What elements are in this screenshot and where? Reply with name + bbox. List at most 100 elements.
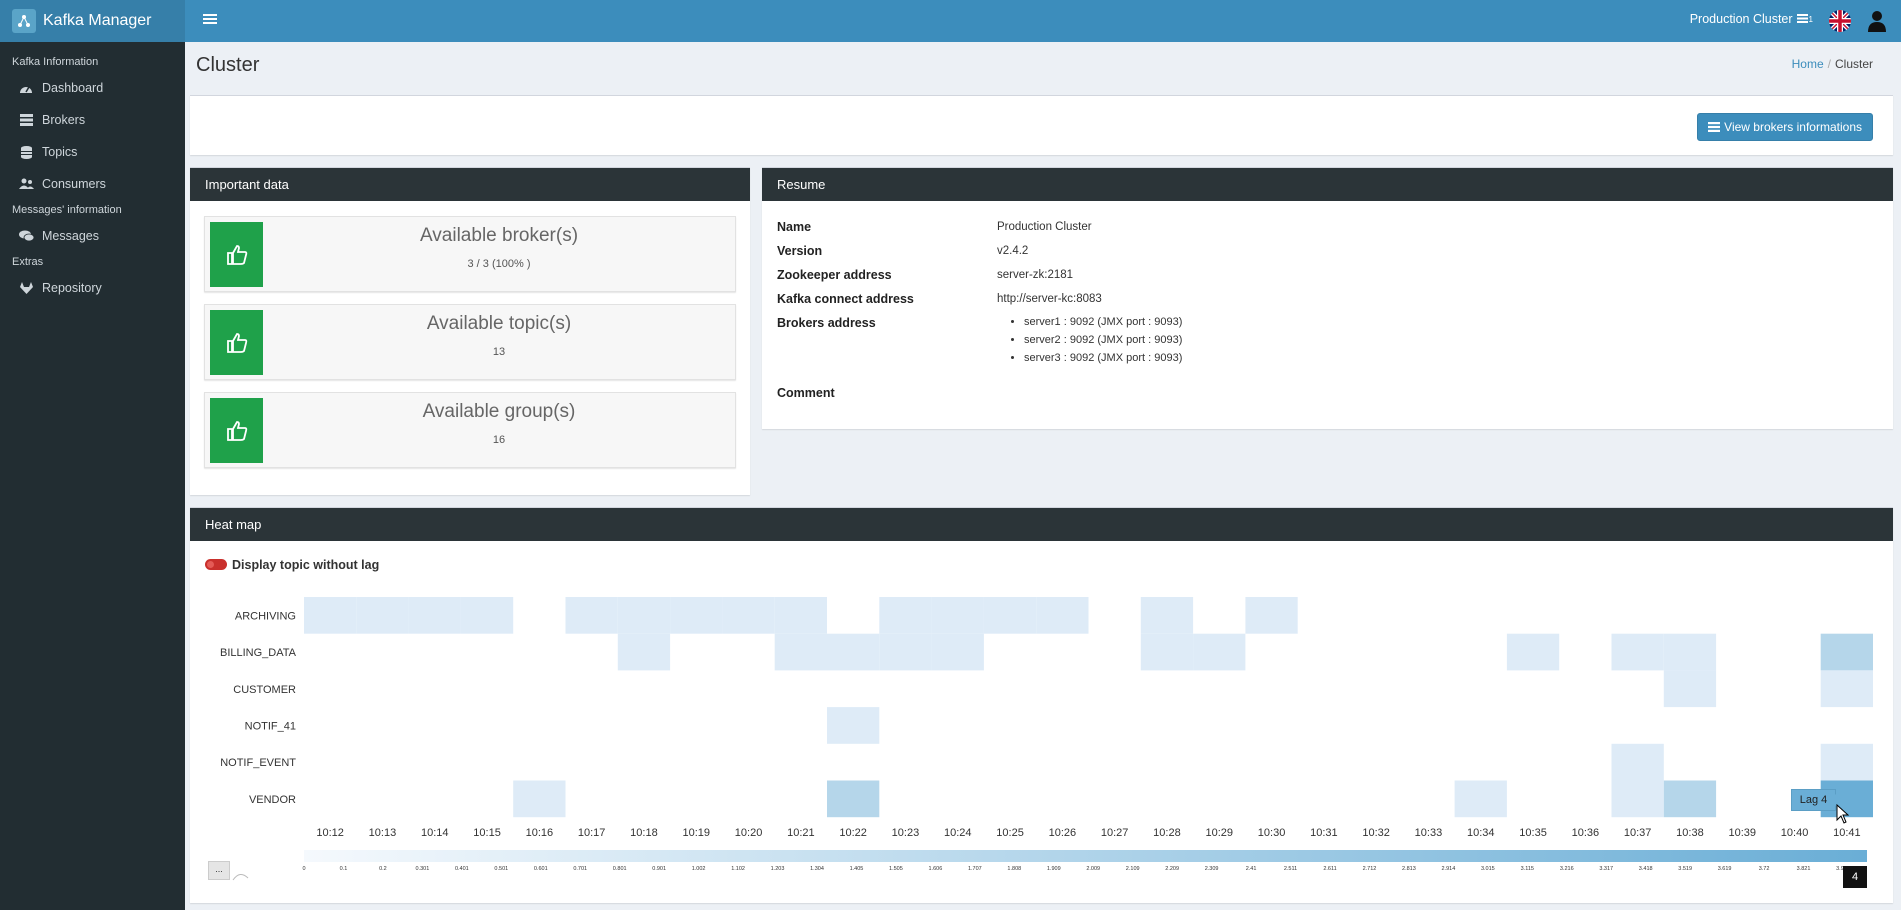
x-tick-label: 10:40 — [1781, 827, 1809, 839]
legend-tick-label: 2.511 — [1284, 866, 1297, 872]
heatmap-cell[interactable] — [827, 707, 880, 744]
legend-tick-label: 0 — [302, 866, 305, 872]
legend-tick-label: 0.701 — [573, 866, 587, 872]
x-tick-label: 10:20 — [735, 827, 763, 839]
heatmap-cell[interactable] — [565, 597, 618, 634]
legend-tick-label: 0.601 — [534, 866, 548, 872]
legend-gradient-bar — [304, 850, 1867, 862]
legend-tick-label: 1.606 — [929, 866, 943, 872]
x-tick-label: 10:22 — [839, 827, 867, 839]
heatmap-cell[interactable] — [722, 597, 775, 634]
x-tick-label: 10:12 — [316, 827, 344, 839]
heatmap-cell[interactable] — [1454, 780, 1507, 818]
x-tick-label: 10:32 — [1362, 827, 1390, 839]
heatmap-cell[interactable] — [1820, 743, 1873, 781]
heatmap-cell[interactable] — [1506, 633, 1560, 671]
legend-tick-label: 1.203 — [771, 866, 785, 872]
heatmap-cell[interactable] — [617, 597, 671, 634]
heatmap-cell[interactable] — [617, 633, 671, 671]
y-tick-label: BILLING_DATA — [220, 647, 297, 659]
heatmap-cell[interactable] — [1820, 670, 1873, 708]
heatmap-cell[interactable] — [1611, 743, 1664, 781]
heatmap-cell[interactable] — [1193, 633, 1246, 671]
heatmap-cell[interactable] — [1663, 633, 1717, 671]
legend-more-button[interactable]: ... — [208, 861, 230, 880]
heatmap-cell[interactable] — [1036, 597, 1089, 634]
legend-tick-label: 1.505 — [889, 866, 903, 872]
heatmap-cell[interactable] — [408, 597, 461, 634]
legend-tick-label: 1.405 — [850, 866, 864, 872]
legend-tick-label: 2.209 — [1165, 866, 1179, 872]
legend-tick-label: 1.909 — [1047, 866, 1061, 872]
legend-tick-label: 2.813 — [1402, 866, 1416, 872]
legend-tick-label: 3.519 — [1678, 866, 1692, 872]
x-tick-label: 10:33 — [1415, 827, 1443, 839]
legend-tick-label: 1.102 — [731, 866, 745, 872]
heatmap-cell[interactable] — [1663, 780, 1717, 818]
x-tick-label: 10:30 — [1258, 827, 1286, 839]
heatmap-cell[interactable] — [1140, 597, 1194, 634]
legend-wave-icon — [232, 874, 249, 881]
x-tick-label: 10:31 — [1310, 827, 1338, 839]
heatmap-cell[interactable] — [304, 597, 357, 634]
legend-tick-label: 0.901 — [652, 866, 666, 872]
heatmap-cell[interactable] — [827, 780, 880, 818]
x-tick-label: 10:17 — [578, 827, 606, 839]
heatmap-cell[interactable] — [983, 597, 1037, 634]
heatmap-cell[interactable] — [513, 780, 566, 818]
heatmap-cell[interactable] — [931, 597, 984, 634]
legend-tick-label: 0.501 — [494, 866, 508, 872]
x-tick-label: 10:38 — [1676, 827, 1704, 839]
heatmap-cell[interactable] — [827, 633, 880, 671]
legend-tick-label: 1.002 — [692, 866, 706, 872]
x-tick-label: 10:28 — [1153, 827, 1181, 839]
y-tick-label: VENDOR — [249, 794, 296, 806]
x-tick-label: 10:24 — [944, 827, 972, 839]
legend-tick-label: 2.009 — [1086, 866, 1100, 872]
heatmap-tooltip: Lag 4 — [1791, 789, 1842, 811]
legend-tick-label: 2.41 — [1246, 866, 1257, 872]
x-tick-label: 10:13 — [369, 827, 397, 839]
legend-tick-label: 0.801 — [613, 866, 627, 872]
heatmap-cell[interactable] — [356, 597, 409, 634]
heatmap-cell[interactable] — [670, 597, 723, 634]
heatmap-cell[interactable] — [1245, 597, 1298, 634]
heatmap-cell[interactable] — [1140, 633, 1194, 671]
x-tick-label: 10:35 — [1519, 827, 1547, 839]
heatmap-cell[interactable] — [879, 633, 932, 671]
x-tick-label: 10:15 — [473, 827, 501, 839]
legend-tick-label: 1.808 — [1007, 866, 1021, 872]
x-tick-label: 10:27 — [1101, 827, 1129, 839]
x-tick-label: 10:39 — [1728, 827, 1756, 839]
x-tick-label: 10:37 — [1624, 827, 1652, 839]
legend-tick-label: 0.2 — [379, 866, 387, 872]
heatmap-cell[interactable] — [1663, 670, 1717, 708]
y-tick-label: NOTIF_EVENT — [220, 757, 296, 769]
legend-tick-label: 3.015 — [1481, 866, 1495, 872]
heatmap-cell[interactable] — [774, 633, 827, 671]
legend-tick-label: 0.301 — [416, 866, 430, 872]
heatmap-cell[interactable] — [774, 597, 827, 634]
y-tick-label: CUSTOMER — [233, 684, 296, 696]
x-tick-label: 10:29 — [1205, 827, 1233, 839]
legend-tick-label: 2.309 — [1205, 866, 1219, 872]
x-tick-label: 10:18 — [630, 827, 658, 839]
legend-max-value: 4 — [1843, 866, 1867, 888]
legend-tick-label: 2.712 — [1363, 866, 1377, 872]
heatmap-cell[interactable] — [1820, 633, 1873, 671]
heatmap-cell[interactable] — [460, 597, 514, 634]
x-tick-label: 10:26 — [1049, 827, 1077, 839]
heatmap-cell[interactable] — [931, 633, 984, 671]
heatmap-cell[interactable] — [879, 597, 932, 634]
legend-tick-label: 1.304 — [810, 866, 824, 872]
legend-tick-label: 1.707 — [968, 866, 982, 872]
heatmap-cell[interactable] — [1611, 633, 1664, 671]
mouse-cursor-icon — [1836, 803, 1850, 824]
x-tick-label: 10:25 — [996, 827, 1024, 839]
legend-tick-label: 2.914 — [1442, 866, 1456, 872]
x-tick-label: 10:34 — [1467, 827, 1495, 839]
legend-tick-label: 3.115 — [1521, 866, 1534, 872]
x-tick-label: 10:36 — [1572, 827, 1600, 839]
legend-tick-label: 3.216 — [1560, 866, 1574, 872]
heatmap-cell[interactable] — [1611, 780, 1664, 818]
